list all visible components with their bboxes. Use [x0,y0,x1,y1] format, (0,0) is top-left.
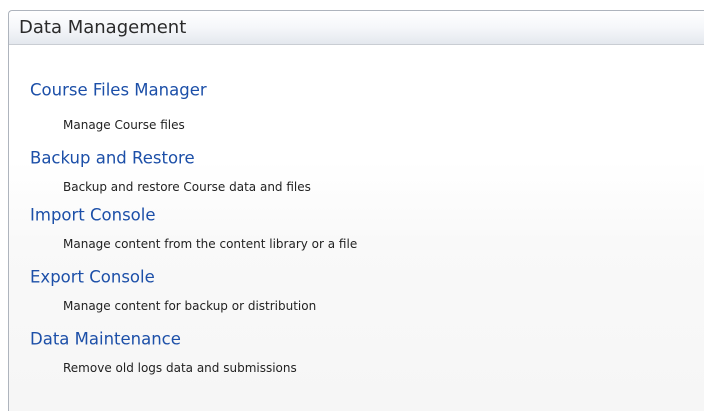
list-item: Data Maintenance Remove old logs data an… [9,307,704,376]
import-console-link[interactable]: Import Console [30,206,156,225]
tool-list: Course Files Manager Manage Course files… [9,46,704,376]
export-console-link[interactable]: Export Console [30,268,155,287]
panel-title: Data Management [19,17,187,38]
list-item: Import Console Manage content from the c… [9,183,704,252]
data-maintenance-link[interactable]: Data Maintenance [30,330,181,349]
course-files-manager-link[interactable]: Course Files Manager [30,81,207,100]
list-item: Backup and Restore Backup and restore Co… [9,121,704,195]
data-management-panel: Data Management Course Files Manager Man… [8,10,704,411]
list-item: Course Files Manager Manage Course files [9,46,704,133]
list-item: Export Console Manage content for backup… [9,245,704,314]
tool-description: Remove old logs data and submissions [63,361,297,375]
panel-header: Data Management [9,11,704,45]
backup-and-restore-link[interactable]: Backup and Restore [30,149,195,168]
